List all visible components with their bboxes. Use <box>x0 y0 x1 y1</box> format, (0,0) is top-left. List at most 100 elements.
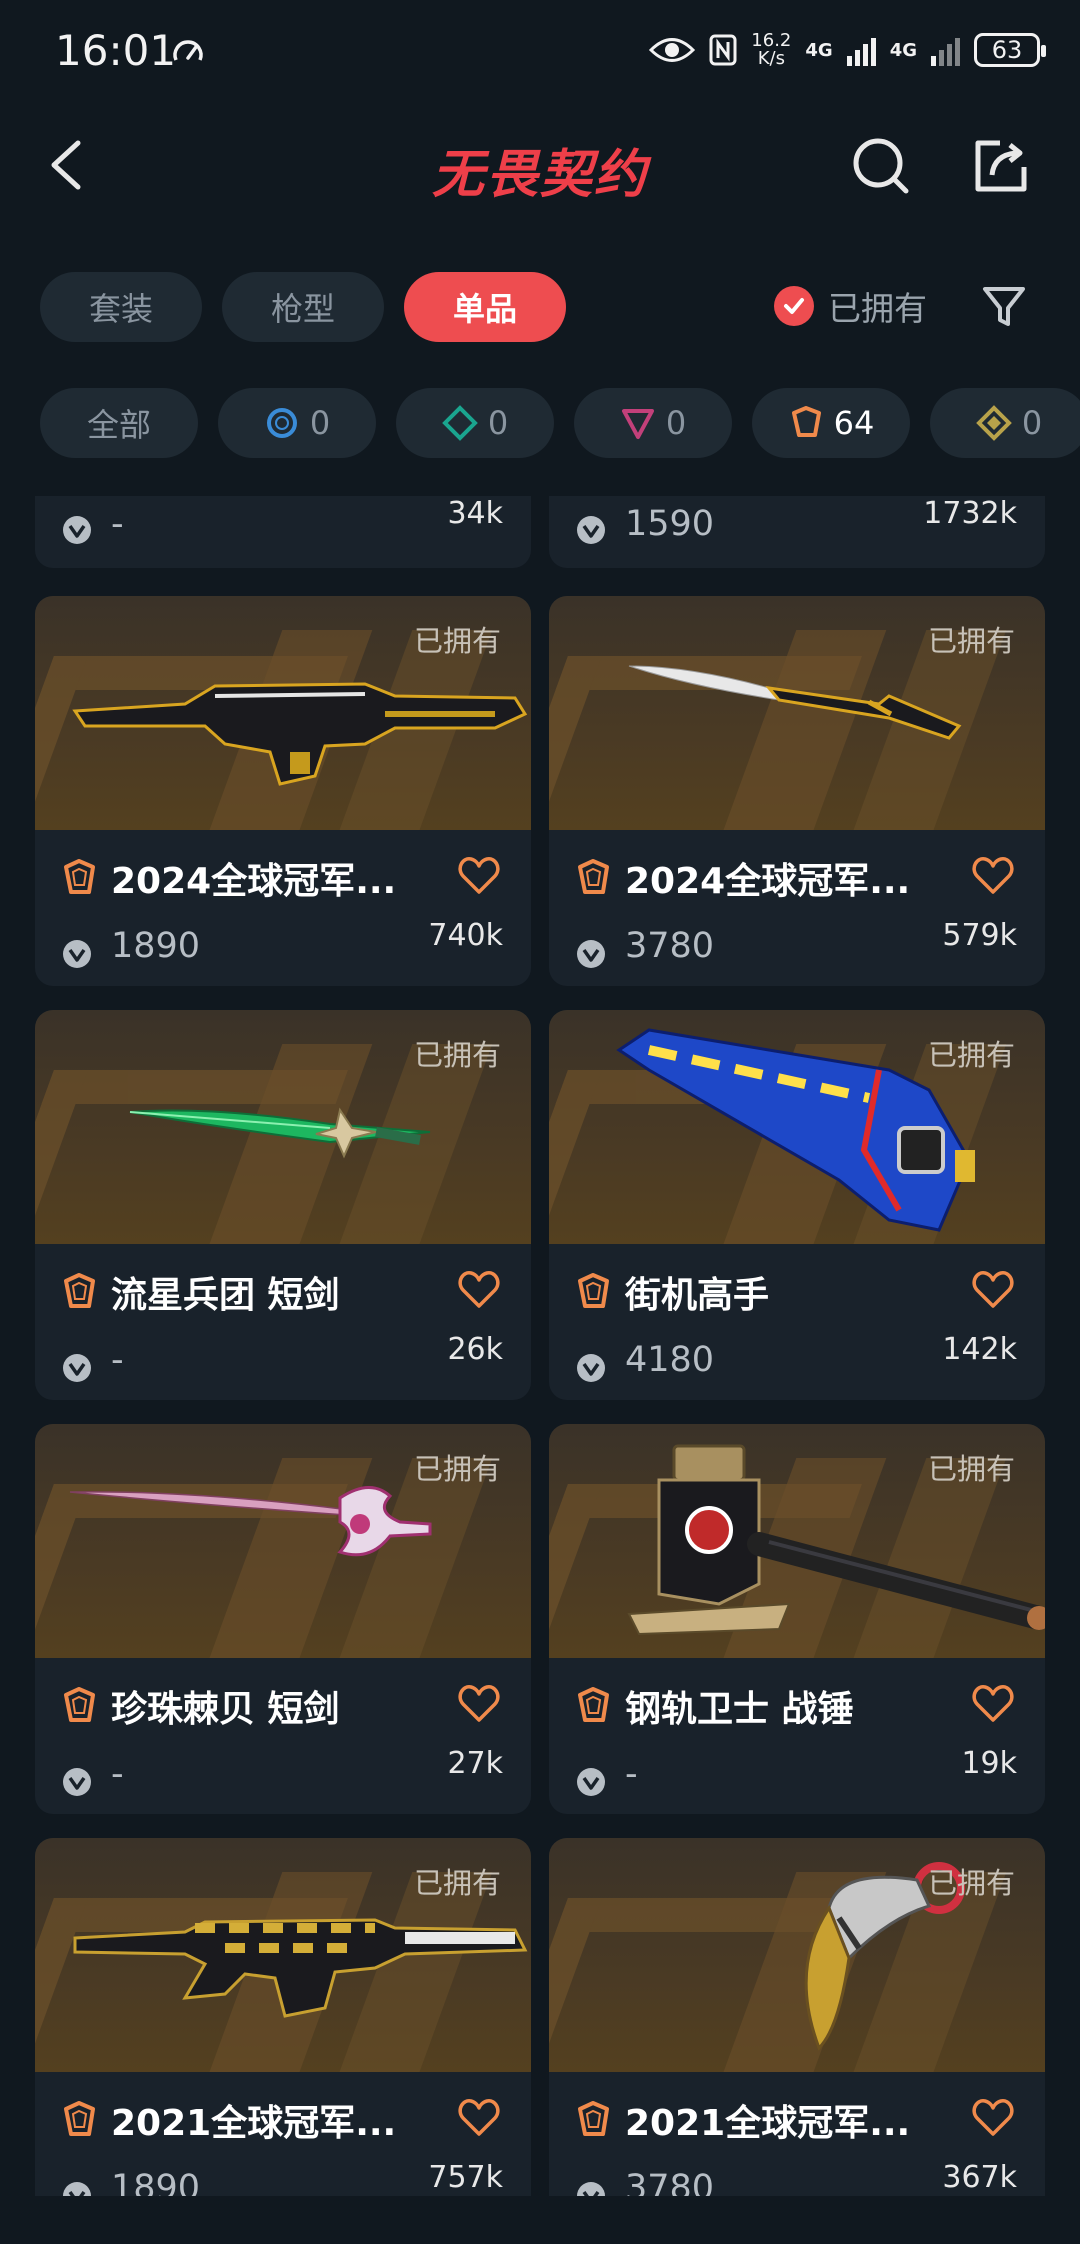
tier-chip-deluxe[interactable]: 0 <box>396 388 554 458</box>
tier-chip-all[interactable]: 全部 <box>40 388 198 458</box>
item-name: 2021全球冠军... <box>625 2103 911 2144</box>
vp-currency-icon <box>63 1354 91 1382</box>
heart-icon[interactable] <box>971 1682 1015 1726</box>
item-card-8[interactable]: 已拥有 2021全球冠军... 3780 367k <box>549 1838 1045 2196</box>
vp-currency-icon <box>577 2182 605 2196</box>
item-likes: 27k <box>447 1746 503 1781</box>
heart-icon[interactable] <box>971 854 1015 898</box>
heart-icon[interactable] <box>457 1268 501 1312</box>
exclusive-tier-icon <box>791 406 821 437</box>
item-image: 已拥有 <box>35 1424 531 1658</box>
item-name: 2024全球冠军... <box>625 861 911 902</box>
item-card-partial[interactable]: - 34k <box>35 496 531 568</box>
owned-badge: 已拥有 <box>413 1452 501 1486</box>
tier-chip-select[interactable]: 0 <box>218 388 376 458</box>
filter-funnel-icon[interactable] <box>980 282 1028 330</box>
tab-bundles[interactable]: 套装 <box>40 272 202 342</box>
item-price: 3780 <box>625 926 715 966</box>
item-image: 已拥有 <box>549 1010 1045 1244</box>
owned-badge: 已拥有 <box>927 1452 1015 1486</box>
tab-weapon-types[interactable]: 枪型 <box>222 272 384 342</box>
exclusive-tier-icon <box>578 1273 609 1308</box>
item-card-3[interactable]: 已拥有 流星兵团 短剑 - 26k <box>35 1010 531 1400</box>
category-tabs: 套装 枪型 单品 <box>40 272 566 342</box>
network-type-1: 4G <box>805 39 833 61</box>
vp-currency-icon <box>63 1768 91 1796</box>
item-likes: 19k <box>961 1746 1017 1781</box>
tier-chip-exclusive[interactable]: 64 <box>752 388 910 458</box>
owned-filter-toggle[interactable]: 已拥有 <box>774 282 927 330</box>
item-card-1[interactable]: 已拥有 2024全球冠军... 1890 740k <box>35 596 531 986</box>
app-header: 无畏契约 <box>0 110 1080 220</box>
item-image: 已拥有 <box>549 1838 1045 2072</box>
owned-badge: 已拥有 <box>413 1866 501 1900</box>
item-name: 2021全球冠军... <box>111 2103 397 2144</box>
tab-single-items[interactable]: 单品 <box>404 272 566 342</box>
item-image: 已拥有 <box>549 1424 1045 1658</box>
owned-filter-label: 已拥有 <box>828 289 927 328</box>
heart-icon[interactable] <box>971 1268 1015 1312</box>
item-likes: 740k <box>428 918 503 953</box>
search-icon[interactable] <box>850 135 912 197</box>
item-likes: 142k <box>942 1332 1017 1367</box>
tier-chip-count: 0 <box>487 404 509 442</box>
speedometer-icon <box>173 40 203 61</box>
item-name: 钢轨卫士 战锤 <box>625 1689 854 1730</box>
eye-icon <box>649 38 696 62</box>
tier-chip-count: 0 <box>309 404 331 442</box>
heart-icon[interactable] <box>971 2096 1015 2140</box>
item-likes: 757k <box>428 2160 503 2195</box>
heart-icon[interactable] <box>457 1682 501 1726</box>
net-speed-unit: K/s <box>757 48 785 69</box>
battery-icon: 63 <box>974 33 1046 67</box>
item-card-5[interactable]: 已拥有 珍珠棘贝 短剑 - 27k <box>35 1424 531 1814</box>
tier-chip-ultra[interactable]: 0 <box>930 388 1080 458</box>
tier-filter-chips: 全部 0 0 0 64 0 <box>40 388 1080 458</box>
item-image: 已拥有 <box>35 1010 531 1244</box>
owned-badge: 已拥有 <box>413 624 501 658</box>
owned-badge: 已拥有 <box>927 1038 1015 1072</box>
item-likes: 367k <box>942 2160 1017 2195</box>
item-image: 已拥有 <box>549 596 1045 830</box>
vp-currency-icon <box>63 516 91 544</box>
item-card-7[interactable]: 已拥有 2021全球冠军... 1890 757k <box>35 1838 531 2196</box>
select-tier-icon <box>266 408 297 438</box>
exclusive-tier-icon <box>64 1687 95 1722</box>
vp-currency-icon <box>577 940 605 968</box>
vp-currency-icon <box>63 2182 91 2196</box>
owned-badge: 已拥有 <box>927 1866 1015 1900</box>
item-price: 1890 <box>111 926 201 966</box>
deluxe-tier-icon <box>441 405 478 441</box>
nfc-icon <box>709 34 737 66</box>
heart-icon[interactable] <box>457 2096 501 2140</box>
tier-chip-count: 0 <box>1021 404 1043 442</box>
tier-chip-premium[interactable]: 0 <box>574 388 732 458</box>
item-price: 3780 <box>625 2168 715 2196</box>
item-card-2[interactable]: 已拥有 2024全球冠军... 3780 579k <box>549 596 1045 986</box>
vp-currency-icon <box>577 1768 605 1796</box>
item-card-4[interactable]: 已拥有 街机高手 4180 142k <box>549 1010 1045 1400</box>
item-likes: 34k <box>447 496 503 531</box>
item-card-partial[interactable]: 1590 1732k <box>549 496 1045 568</box>
share-icon[interactable] <box>970 135 1032 197</box>
exclusive-tier-icon <box>578 1687 609 1722</box>
item-name: 2024全球冠军... <box>111 861 397 902</box>
item-price: 1590 <box>625 504 715 544</box>
checkmark-icon <box>774 286 814 326</box>
item-grid: - 34k 1590 1732k 已拥有 2024全球冠军... 1890 74… <box>0 496 1080 2196</box>
exclusive-tier-icon <box>578 859 609 894</box>
exclusive-tier-icon <box>578 2101 609 2136</box>
premium-tier-icon <box>621 409 654 439</box>
status-icons: 16.2 K/s 4G 4G 63 <box>649 26 1046 74</box>
partial-row: - 34k 1590 1732k <box>0 496 1080 568</box>
item-price: 1890 <box>111 2168 201 2196</box>
heart-icon[interactable] <box>457 854 501 898</box>
item-card-6[interactable]: 已拥有 钢轨卫士 战锤 - 19k <box>549 1424 1045 1814</box>
exclusive-tier-icon <box>64 859 95 894</box>
item-price: - <box>111 1340 124 1380</box>
network-type-2: 4G <box>889 39 917 61</box>
tier-chip-count: 0 <box>665 404 687 442</box>
net-speed: 16.2 K/s <box>751 32 791 68</box>
item-likes: 26k <box>447 1332 503 1367</box>
owned-badge: 已拥有 <box>413 1038 501 1072</box>
